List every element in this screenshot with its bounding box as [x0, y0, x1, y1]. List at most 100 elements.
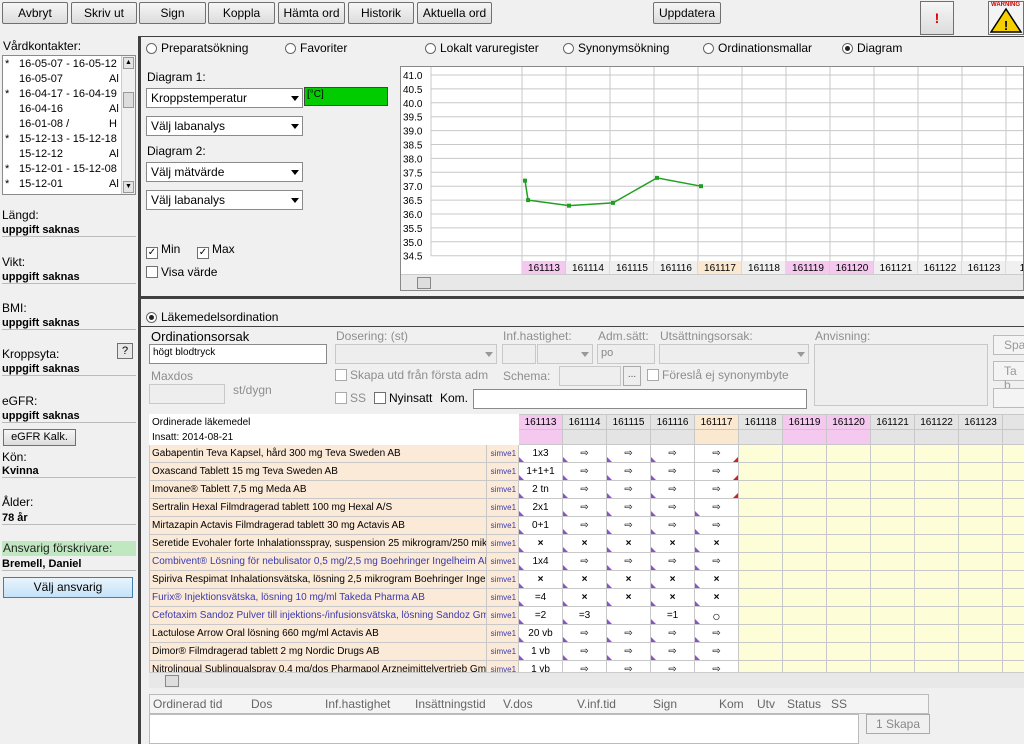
drug-name[interactable]: Spiriva Respimat Inhalationsvätska, lösn… — [149, 570, 487, 589]
future-cell[interactable] — [870, 606, 916, 625]
future-cell[interactable] — [782, 570, 828, 589]
future-cell[interactable] — [958, 444, 1004, 463]
drug-name[interactable]: Combivent® Lösning för nebulisator 0,5 m… — [149, 552, 487, 571]
drug-name[interactable]: Seretide Evohaler forte Inhalationsspray… — [149, 534, 487, 553]
tab-2[interactable]: Favoriter — [285, 41, 347, 55]
future-cell[interactable] — [782, 606, 828, 625]
future-cell[interactable] — [958, 480, 1004, 499]
dose-cell[interactable]: =4 — [518, 588, 564, 607]
dose-cell[interactable]: ⇨ — [562, 516, 608, 535]
future-cell[interactable] — [870, 444, 916, 463]
contact-item[interactable]: 16-04-16 Al — [3, 103, 123, 118]
future-cell[interactable] — [782, 516, 828, 535]
contact-item[interactable]: 16-01-08 / H — [3, 118, 123, 133]
dose-cell[interactable]: ⇨ — [606, 498, 652, 517]
dose-cell[interactable]: ⇨ — [650, 642, 696, 661]
link-button[interactable]: Koppla — [208, 2, 275, 24]
future-cell[interactable] — [826, 642, 872, 661]
dose-cell[interactable]: ⇨ — [694, 462, 740, 481]
future-cell[interactable] — [914, 516, 960, 535]
dose-cell[interactable]: ⇨ — [694, 624, 740, 643]
dose-cell[interactable]: 1x4 — [518, 552, 564, 571]
contact-item[interactable]: * 15-12-01 - 15-12-08 — [3, 163, 123, 178]
table-row[interactable]: Gabapentin Teva Kapsel, hård 300 mg Teva… — [149, 444, 1024, 463]
contacts-list[interactable]: * 16-05-07 - 16-05-12 16-05-07 Al * 16-04-17 … — [2, 55, 136, 195]
future-cell[interactable] — [826, 480, 872, 499]
future-cell[interactable] — [870, 498, 916, 517]
future-cell[interactable] — [870, 516, 916, 535]
drug-name[interactable]: Gabapentin Teva Kapsel, hård 300 mg Teva… — [149, 444, 487, 463]
future-cell[interactable] — [738, 588, 784, 607]
future-cell[interactable] — [826, 462, 872, 481]
save-side-button[interactable]: Spa — [993, 335, 1024, 355]
dose-cell[interactable]: × — [518, 570, 564, 589]
future-cell[interactable] — [738, 606, 784, 625]
update-button[interactable]: Uppdatera — [653, 2, 721, 24]
dose-cell[interactable]: 0+1 — [518, 516, 564, 535]
grid-scrollbar[interactable] — [149, 672, 1024, 688]
future-cell[interactable] — [1002, 624, 1024, 643]
no-synonym-checkbox[interactable]: Föreslå ej synonymbyte — [647, 368, 789, 382]
future-cell[interactable] — [826, 552, 872, 571]
future-cell[interactable] — [782, 462, 828, 481]
diagram2-select[interactable]: Välj mätvärde — [146, 162, 303, 182]
table-row[interactable]: Lactulose Arrow Oral lösning 660 mg/ml A… — [149, 624, 1024, 643]
future-cell[interactable] — [738, 480, 784, 499]
future-cell[interactable] — [1002, 480, 1024, 499]
tab-5[interactable]: Ordinationsmallar — [703, 41, 812, 55]
table-row[interactable]: Combivent® Lösning för nebulisator 0,5 m… — [149, 552, 1024, 571]
dose-cell[interactable]: ⇨ — [562, 624, 608, 643]
table-row[interactable]: Sertralin Hexal Filmdragerad tablett 100… — [149, 498, 1024, 517]
dose-cell[interactable]: ⇨ — [650, 480, 696, 499]
future-cell[interactable] — [958, 462, 1004, 481]
dose-cell[interactable]: ⇨ — [606, 642, 652, 661]
diagram2-lab-select[interactable]: Välj labanalys — [146, 190, 303, 210]
dose-cell[interactable]: ⇨ — [694, 444, 740, 463]
infrate-unit-select[interactable] — [537, 344, 593, 364]
future-cell[interactable] — [1002, 462, 1024, 481]
dose-cell[interactable]: =3 — [562, 606, 608, 625]
future-cell[interactable] — [914, 444, 960, 463]
dose-cell[interactable]: ⇨ — [650, 444, 696, 463]
warning-button[interactable]: ! WARNING — [988, 1, 1024, 35]
dose-cell[interactable]: × — [562, 588, 608, 607]
extra-side-button[interactable] — [993, 388, 1024, 408]
diagram1-select[interactable]: Kroppstemperatur — [146, 88, 303, 108]
print-button[interactable]: Skriv ut — [71, 2, 137, 24]
max-checkbox[interactable]: ✓ Max — [197, 242, 235, 259]
contact-item[interactable]: * 16-05-07 - 16-05-12 — [3, 58, 123, 73]
future-cell[interactable] — [738, 498, 784, 517]
dose-cell[interactable]: × — [650, 588, 696, 607]
show-value-checkbox[interactable]: Visa värde — [146, 265, 217, 279]
schema-input[interactable] — [559, 366, 621, 386]
dose-cell[interactable]: × — [518, 534, 564, 553]
future-cell[interactable] — [958, 516, 1004, 535]
table-row[interactable]: Spiriva Respimat Inhalationsvätska, lösn… — [149, 570, 1024, 589]
table-row[interactable]: Cefotaxim Sandoz Pulver till injektions-… — [149, 606, 1024, 625]
dose-cell[interactable]: ⇨ — [562, 480, 608, 499]
egfr-calc-button[interactable]: eGFR Kalk. — [3, 429, 76, 446]
create-from-first-checkbox[interactable]: Skapa utd från första adm — [335, 368, 488, 382]
contact-item[interactable]: * 15-12-13 - 15-12-18 — [3, 133, 123, 148]
drug-name[interactable]: Furix® Injektionsvätska, lösning 10 mg/m… — [149, 588, 487, 607]
scroll-down-icon[interactable]: ▼ — [123, 181, 134, 193]
stop-reason-select[interactable] — [659, 344, 809, 364]
dose-cell[interactable]: ⇨ — [694, 642, 740, 661]
choose-prescriber-button[interactable]: Välj ansvarig — [3, 577, 133, 598]
future-cell[interactable] — [958, 642, 1004, 661]
future-cell[interactable] — [738, 642, 784, 661]
maxdose-input[interactable] — [149, 384, 225, 404]
future-cell[interactable] — [1002, 552, 1024, 571]
future-cell[interactable] — [870, 570, 916, 589]
scroll-thumb[interactable] — [123, 92, 134, 108]
schema-browse-button[interactable]: ... — [623, 366, 641, 386]
future-cell[interactable] — [782, 444, 828, 463]
contact-item[interactable]: 15-12-12 Al — [3, 148, 123, 163]
cancel-button[interactable]: Avbryt — [2, 2, 68, 24]
dose-cell[interactable]: × — [694, 534, 740, 553]
future-cell[interactable] — [958, 624, 1004, 643]
future-cell[interactable] — [738, 444, 784, 463]
chart-scroll-thumb[interactable] — [417, 277, 431, 289]
future-cell[interactable] — [738, 462, 784, 481]
admin-list[interactable] — [149, 714, 859, 744]
